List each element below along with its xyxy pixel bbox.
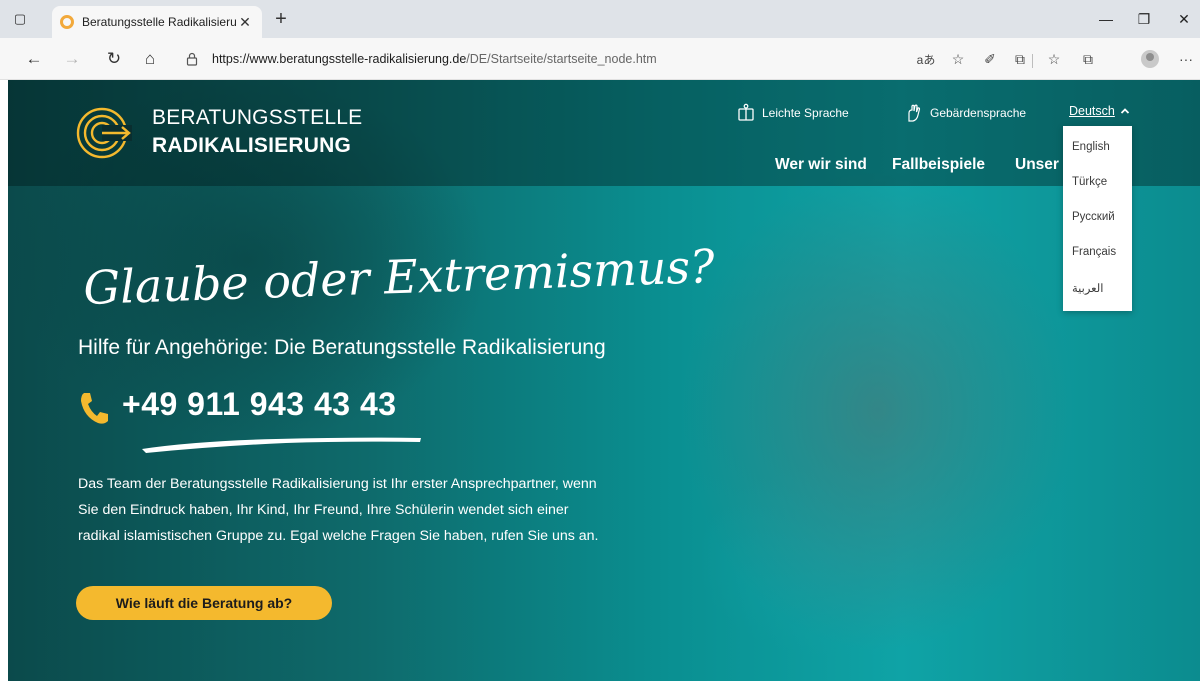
phone-number[interactable]: +49 911 943 43 43 (122, 386, 397, 423)
language-option-french[interactable]: Français (1072, 246, 1116, 258)
more-icon[interactable]: ··· (1174, 48, 1198, 70)
web-page: BERATUNGSSTELLE RADIKALISIERUNG Leichte … (8, 80, 1200, 681)
url-host: https://www.beratungsstelle-radikalisier… (212, 52, 467, 66)
hero-headline-text: Glaube oder Extremismus? (82, 248, 715, 315)
brush-underline (142, 437, 421, 453)
language-option-turkish[interactable]: Türkçe (1072, 176, 1107, 188)
site-info-icon[interactable] (184, 51, 200, 67)
address-bar[interactable]: https://www.beratungsstelle-radikalisier… (184, 47, 884, 71)
restore-icon[interactable]: ❐ (1124, 6, 1164, 32)
url-text: https://www.beratungsstelle-radikalisier… (212, 52, 657, 66)
add-favorite-icon[interactable]: ☆ (946, 48, 970, 70)
brand-name-top[interactable]: BERATUNGSSTELLE (152, 106, 362, 130)
chevron-up-icon (1120, 108, 1129, 114)
extensions-icon[interactable]: ⧉ (1008, 48, 1032, 70)
hero-headline: Glaube oder Extremismus? (82, 248, 715, 315)
nav-item-unser[interactable]: Unser (1015, 156, 1059, 174)
favorites-icon[interactable]: ☆ (1042, 48, 1066, 70)
tab-actions-icon[interactable]: ▢ (10, 9, 30, 29)
consultation-button[interactable]: Wie läuft die Beratung ab? (76, 586, 332, 620)
easy-language-label: Leichte Sprache (762, 106, 849, 120)
close-window-icon[interactable]: ✕ (1164, 6, 1200, 32)
language-dropdown: English Türkçe Русский Français العربية (1063, 126, 1132, 311)
back-icon[interactable]: ← (22, 48, 46, 70)
language-option-arabic[interactable]: العربية (1072, 281, 1103, 295)
favicon-icon (60, 15, 74, 29)
sign-language-icon (908, 104, 921, 122)
brand-name-bottom[interactable]: RADIKALISIERUNG (152, 134, 351, 158)
collections-icon[interactable]: ⧉ (1076, 48, 1100, 70)
close-tab-icon[interactable]: ✕ (236, 13, 254, 31)
easy-language-link[interactable]: Leichte Sprache (736, 102, 849, 124)
browser-toolbar: ← → ↻ ⌂ https://www.beratungsstelle-radi… (0, 38, 1200, 80)
browser-essentials-icon[interactable]: ✐ (978, 48, 1002, 70)
read-aloud-icon[interactable]: aあ (914, 48, 938, 70)
intro-line: Das Team der Beratungsstelle Radikalisie… (78, 476, 597, 492)
sign-language-label: Gebärdensprache (930, 106, 1027, 120)
toolbar-divider (1032, 54, 1033, 68)
browser-tab[interactable]: Beratungsstelle Radikalisierung - ✕ (52, 6, 262, 38)
forward-icon[interactable]: → (60, 48, 84, 70)
intro-text: Das Team der Beratungsstelle Radikalisie… (78, 471, 678, 549)
minimize-icon[interactable]: — (1086, 6, 1126, 32)
hero-subtitle: Hilfe für Angehörige: Die Beratungsstell… (78, 336, 606, 359)
home-icon[interactable]: ⌂ (138, 48, 162, 70)
profile-icon[interactable] (1141, 50, 1159, 68)
language-option-russian[interactable]: Русский (1072, 211, 1115, 223)
tab-title: Beratungsstelle Radikalisierung - (82, 15, 236, 29)
new-tab-icon[interactable]: + (270, 8, 292, 30)
nav-item-wer-wir-sind[interactable]: Wer wir sind (775, 156, 867, 174)
refresh-icon[interactable]: ↻ (102, 48, 126, 70)
browser-tab-bar: ▢ Beratungsstelle Radikalisierung - ✕ + … (0, 0, 1200, 38)
intro-line: Sie den Eindruck haben, Ihr Kind, Ihr Fr… (78, 502, 569, 518)
intro-line: radikal islamistischen Gruppe zu. Egal w… (78, 528, 599, 544)
nav-item-fallbeispiele[interactable]: Fallbeispiele (892, 156, 985, 174)
language-switcher[interactable]: Deutsch (1069, 104, 1130, 118)
url-path: /DE/Startseite/startseite_node.htm (466, 52, 657, 66)
language-option-english[interactable]: English (1072, 141, 1110, 153)
site-logo-icon[interactable] (76, 105, 132, 161)
phone-icon (81, 393, 108, 424)
current-language: Deutsch (1069, 104, 1115, 118)
easy-language-icon (738, 103, 754, 121)
sign-language-link[interactable]: Gebärdensprache (904, 102, 1026, 124)
